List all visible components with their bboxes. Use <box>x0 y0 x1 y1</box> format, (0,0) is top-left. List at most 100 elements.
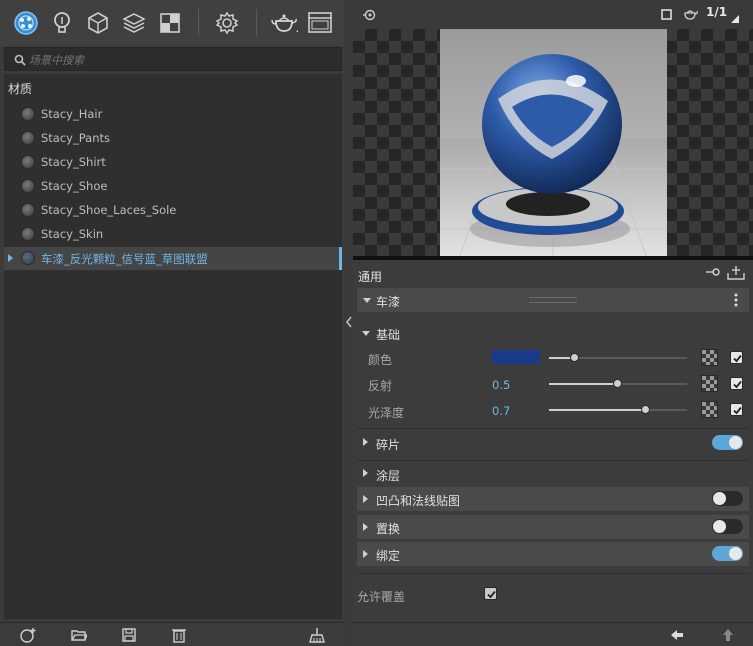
material-swatch-icon <box>21 227 35 241</box>
divider <box>357 460 749 461</box>
render-counter: 1/1 <box>706 5 728 19</box>
layers-icon[interactable] <box>121 10 147 36</box>
material-swatch-icon <box>21 203 35 217</box>
material-label: Stacy_Shoe <box>41 179 108 193</box>
expand-arrow-icon[interactable] <box>363 495 368 503</box>
allow-override-label: 允许覆盖 <box>357 590 406 604</box>
textures-icon[interactable] <box>157 10 183 36</box>
binding-toggle[interactable] <box>712 546 743 561</box>
cube-icon[interactable] <box>85 10 111 36</box>
material-label: Stacy_Pants <box>41 131 110 145</box>
teapot-render-icon[interactable] <box>270 10 300 36</box>
drag-handle[interactable] <box>529 297 577 303</box>
expand-arrow-icon[interactable] <box>363 550 368 558</box>
material-header-bar[interactable]: 车漆 <box>357 288 749 312</box>
bump-toggle[interactable] <box>712 491 743 506</box>
list-item[interactable]: Stacy_Skin <box>4 223 342 246</box>
viewport-toolbar: 1/1 <box>353 0 753 29</box>
materials-icon[interactable] <box>13 10 39 36</box>
collapse-arrow-icon[interactable] <box>362 331 370 336</box>
displacement-section-bar[interactable]: 置换 <box>357 515 749 539</box>
material-swatch-icon <box>21 131 35 145</box>
flakes-title: 碎片 <box>376 438 401 452</box>
properties-panel <box>353 260 753 622</box>
add-material-icon[interactable] <box>20 627 36 643</box>
material-label: Stacy_Skin <box>41 227 104 241</box>
color-enabled-checkbox[interactable] <box>730 351 743 364</box>
binding-title: 绑定 <box>376 549 401 563</box>
tree-header-materials: 材质 <box>8 82 33 96</box>
material-preview-render <box>440 29 667 256</box>
teapot-preview-icon[interactable] <box>682 7 698 24</box>
divider <box>357 573 749 574</box>
lightbulb-icon[interactable] <box>49 10 75 36</box>
displacement-title: 置换 <box>376 522 401 536</box>
stop-square-icon[interactable] <box>661 9 672 23</box>
reflection-value[interactable]: 0.5 <box>492 378 510 392</box>
gloss-enabled-checkbox[interactable] <box>730 403 743 416</box>
color-texture-slot[interactable] <box>701 349 718 366</box>
gloss-value[interactable]: 0.7 <box>492 404 510 418</box>
color-swatch[interactable] <box>492 350 540 364</box>
material-label: Stacy_Hair <box>41 107 103 121</box>
section-general-title: 通用 <box>358 270 383 284</box>
render-window-icon[interactable] <box>307 10 333 36</box>
expand-arrow-icon[interactable] <box>363 438 368 446</box>
library-bottom-toolbar <box>0 622 344 645</box>
add-layer-icon[interactable] <box>727 264 745 283</box>
bump-section-bar[interactable]: 凹凸和法线贴图 <box>357 487 749 511</box>
arrow-left-icon[interactable] <box>669 627 685 643</box>
material-label: 车漆_反光颗粒_信号蓝_草图联盟 <box>41 252 208 266</box>
reflection-enabled-checkbox[interactable] <box>730 377 743 390</box>
displacement-toggle[interactable] <box>712 519 743 534</box>
flakes-toggle[interactable] <box>712 435 743 450</box>
list-item[interactable]: Stacy_Shoe_Laces_Sole <box>4 199 342 222</box>
expand-arrow-icon[interactable] <box>8 254 13 262</box>
group-base-title: 基础 <box>376 328 401 342</box>
cleanup-broom-icon[interactable] <box>309 627 325 643</box>
selection-indicator <box>339 247 342 270</box>
color-label: 颜色 <box>368 353 393 367</box>
search-icon <box>14 54 26 66</box>
arrow-up-icon[interactable] <box>720 627 736 643</box>
editor-bottom-toolbar <box>353 622 753 645</box>
toolbar-separator <box>198 9 199 36</box>
list-item[interactable]: Stacy_Shoe <box>4 175 342 198</box>
trash-icon[interactable] <box>171 627 187 643</box>
gear-icon[interactable] <box>214 10 240 36</box>
gloss-slider[interactable] <box>549 405 687 414</box>
allow-override-checkbox[interactable] <box>484 587 497 600</box>
scene-search-box[interactable] <box>4 47 342 71</box>
coating-title: 涂层 <box>376 469 401 483</box>
open-folder-icon[interactable] <box>71 627 88 643</box>
toolbar-separator <box>256 9 257 36</box>
expand-arrow-icon[interactable] <box>363 523 368 531</box>
material-swatch-icon <box>21 107 35 121</box>
material-label: Stacy_Shoe_Laces_Sole <box>41 203 177 217</box>
save-icon[interactable] <box>121 627 137 643</box>
list-item[interactable]: Stacy_Hair <box>4 103 342 126</box>
list-item[interactable]: Stacy_Shirt <box>4 151 342 174</box>
expand-arrow-icon[interactable] <box>363 469 368 477</box>
link-icon[interactable] <box>362 8 376 25</box>
pin-icon[interactable] <box>706 266 720 281</box>
collapse-arrow-icon[interactable] <box>363 298 371 303</box>
material-swatch-icon <box>21 179 35 193</box>
gloss-texture-slot[interactable] <box>701 401 718 418</box>
search-input[interactable] <box>29 51 329 69</box>
material-tree: 材质 Stacy_Hair Stacy_Pants Stacy_Shirt St… <box>4 74 342 619</box>
material-swatch-icon <box>21 251 35 265</box>
more-options-icon[interactable] <box>734 293 738 310</box>
reflection-texture-slot[interactable] <box>701 375 718 392</box>
list-item-selected[interactable]: 车漆_反光颗粒_信号蓝_草图联盟 <box>4 247 342 270</box>
main-toolbar <box>0 0 344 46</box>
material-label: Stacy_Shirt <box>41 155 106 169</box>
reflection-slider[interactable] <box>549 379 687 388</box>
list-item[interactable]: Stacy_Pants <box>4 127 342 150</box>
color-slider[interactable] <box>549 353 687 362</box>
binding-section-bar[interactable]: 绑定 <box>357 542 749 566</box>
counter-dropdown-icon[interactable] <box>731 12 739 26</box>
divider <box>357 428 749 429</box>
reflection-label: 反射 <box>368 379 393 393</box>
collapse-panel-icon[interactable] <box>345 316 353 328</box>
